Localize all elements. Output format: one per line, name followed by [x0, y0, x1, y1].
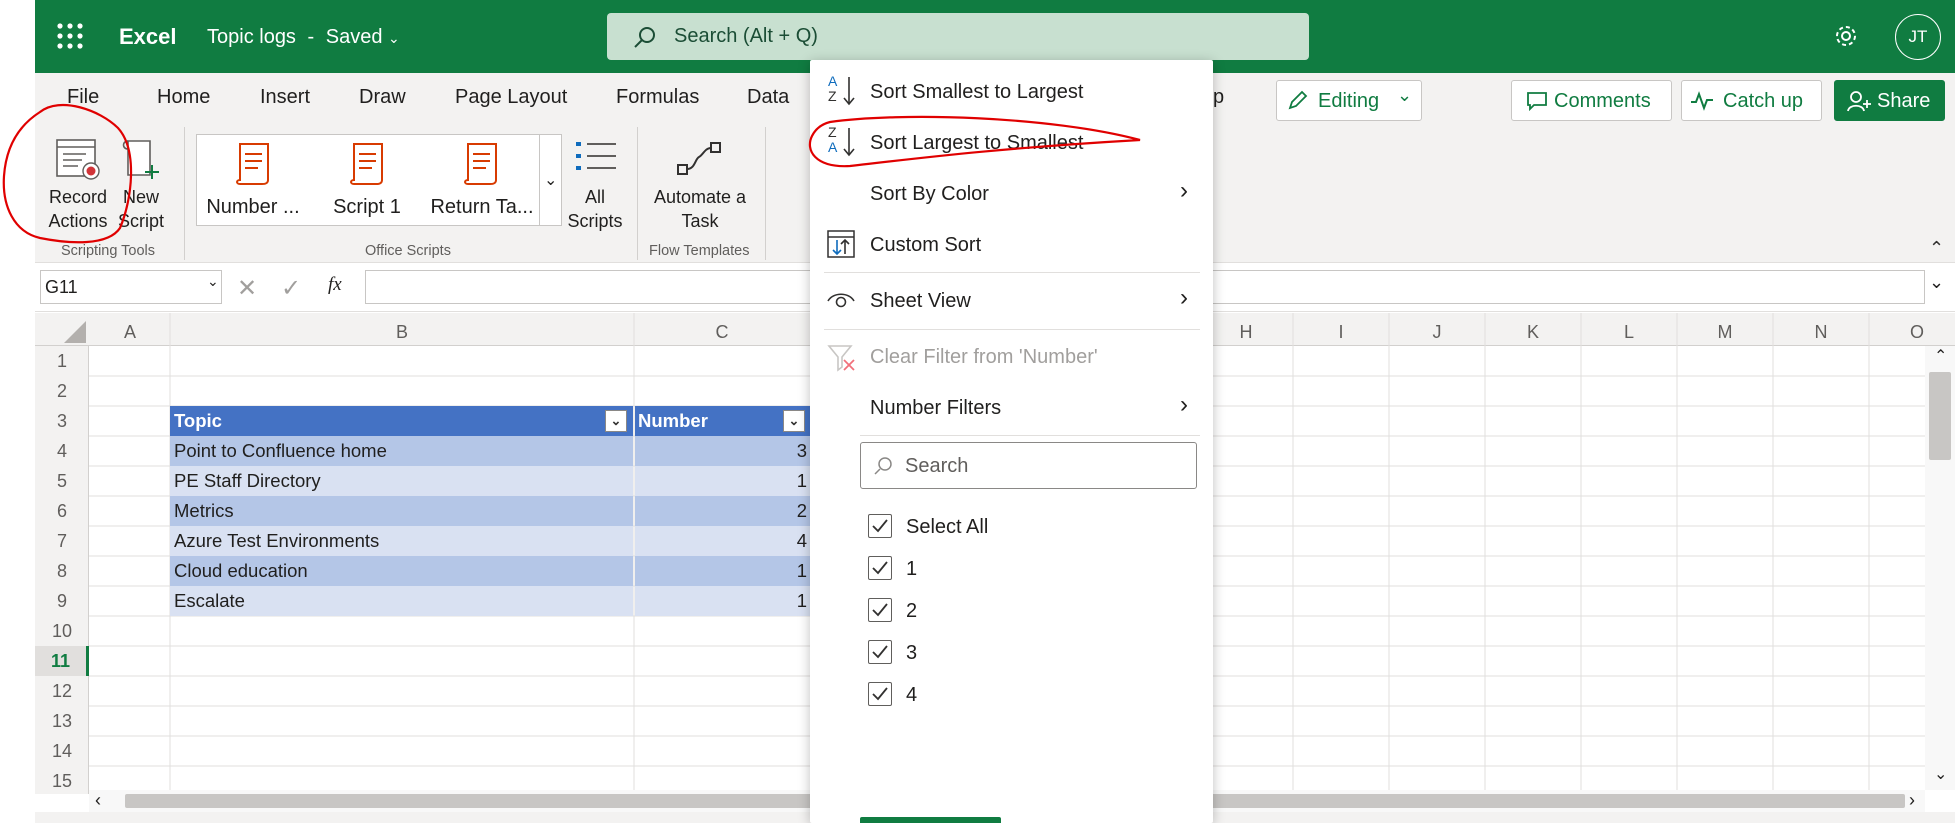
filter-search-placeholder: Search [905, 455, 969, 477]
row-header[interactable]: 3 [35, 406, 89, 436]
table-cell-number[interactable]: 3 [635, 436, 810, 466]
checkbox-checked[interactable] [868, 514, 892, 538]
sort-descending-icon: Z A [828, 125, 858, 159]
checkbox-checked[interactable] [868, 598, 892, 622]
clear-filter-label: Clear Filter from 'Number' [870, 346, 1098, 368]
sort-ascending-item[interactable]: A Z Sort Smallest to Largest [810, 72, 1213, 112]
row-header[interactable]: 15 [35, 766, 89, 791]
row-header[interactable]: 14 [35, 736, 89, 766]
row-header[interactable]: 8 [35, 556, 89, 586]
custom-sort-icon [827, 230, 855, 258]
vertical-scroll-thumb[interactable] [1929, 372, 1951, 460]
table-cell-number[interactable]: 2 [635, 496, 810, 526]
filter-value-label: 2 [906, 600, 918, 622]
filter-value-label: 4 [906, 684, 918, 706]
checkbox-checked[interactable] [868, 640, 892, 664]
chevron-right-icon: › [1180, 284, 1188, 311]
row-header[interactable]: 1 [35, 346, 89, 376]
custom-sort-label: Custom Sort [870, 234, 982, 256]
filter-value-label: 1 [906, 558, 918, 580]
checkbox-checked[interactable] [868, 682, 892, 706]
filter-value-label: 3 [906, 642, 918, 664]
eye-icon [827, 291, 855, 311]
sheet-view-label: Sheet View [870, 290, 971, 312]
row-header[interactable]: 4 [35, 436, 89, 466]
row-header[interactable]: 5 [35, 466, 89, 496]
sort-by-color-item[interactable]: Sort By Color › [810, 174, 1213, 214]
row-header[interactable]: 6 [35, 496, 89, 526]
table-cell-number[interactable]: 1 [635, 466, 810, 496]
row-header[interactable]: 12 [35, 676, 89, 706]
table-header-number[interactable]: Number ⌄ [635, 406, 810, 436]
clear-filter-item: Clear Filter from 'Number' [810, 337, 1213, 377]
vertical-scrollbar[interactable]: ⌃ ⌄ [1925, 346, 1955, 790]
sort-ascending-label: Sort Smallest to Largest [870, 81, 1084, 103]
table-header-topic-label: Topic [174, 410, 222, 431]
chevron-right-icon: › [1180, 391, 1188, 418]
table-cell-topic[interactable]: Point to Confluence home [170, 436, 633, 466]
clear-filter-icon [827, 343, 857, 373]
row-header-active[interactable]: 11 [35, 646, 89, 676]
row-header[interactable]: 2 [35, 376, 89, 406]
checkbox-checked[interactable] [868, 556, 892, 580]
table-cell-topic[interactable]: Azure Test Environments [170, 526, 633, 556]
sort-ascending-icon: A Z [828, 74, 858, 108]
number-filters-label: Number Filters [870, 397, 1002, 419]
menu-divider [860, 435, 1200, 436]
menu-divider [824, 329, 1200, 330]
row-header[interactable]: 13 [35, 706, 89, 736]
filter-search-input[interactable]: Search [860, 442, 1197, 489]
table-header-topic[interactable]: Topic ⌄ [170, 406, 633, 436]
filter-value-2[interactable]: 2 [810, 594, 1213, 628]
filter-value-select-all[interactable]: Select All [810, 510, 1213, 544]
menu-divider [824, 272, 1200, 273]
scroll-down-icon[interactable]: ⌄ [1934, 764, 1947, 784]
filter-value-4[interactable]: 4 [810, 678, 1213, 712]
sort-descending-label: Sort Largest to Smallest [870, 132, 1084, 154]
apply-button-edge[interactable] [860, 817, 1001, 823]
chevron-right-icon: › [1180, 177, 1188, 204]
search-icon [873, 456, 893, 476]
scroll-right-icon[interactable]: › [1909, 790, 1915, 811]
sheet-view-item[interactable]: Sheet View › [810, 281, 1213, 321]
row-header[interactable]: 10 [35, 616, 89, 646]
table-cell-number[interactable]: 4 [635, 526, 810, 556]
table-cell-topic[interactable]: Metrics [170, 496, 633, 526]
scroll-up-icon[interactable]: ⌃ [1934, 346, 1947, 366]
filter-dropdown-topic[interactable]: ⌄ [605, 410, 627, 432]
table-cell-number[interactable]: 1 [635, 586, 810, 616]
table-cell-number[interactable]: 1 [635, 556, 810, 586]
filter-value-label: Select All [906, 516, 989, 538]
table-cell-topic[interactable]: PE Staff Directory [170, 466, 633, 496]
filter-dropdown-number[interactable]: ⌄ [783, 410, 805, 432]
filter-value-3[interactable]: 3 [810, 636, 1213, 670]
custom-sort-item[interactable]: Custom Sort [810, 225, 1213, 265]
table-cell-topic[interactable]: Escalate [170, 586, 633, 616]
table-header-number-label: Number [638, 410, 708, 431]
number-filters-item[interactable]: Number Filters › [810, 388, 1213, 428]
filter-value-1[interactable]: 1 [810, 552, 1213, 586]
scroll-left-icon[interactable]: ‹ [95, 790, 101, 811]
row-header[interactable]: 7 [35, 526, 89, 556]
table-cell-topic[interactable]: Cloud education [170, 556, 633, 586]
row-header[interactable]: 9 [35, 586, 89, 616]
sort-by-color-label: Sort By Color [870, 183, 989, 205]
sort-descending-item[interactable]: Z A Sort Largest to Smallest [810, 123, 1213, 163]
